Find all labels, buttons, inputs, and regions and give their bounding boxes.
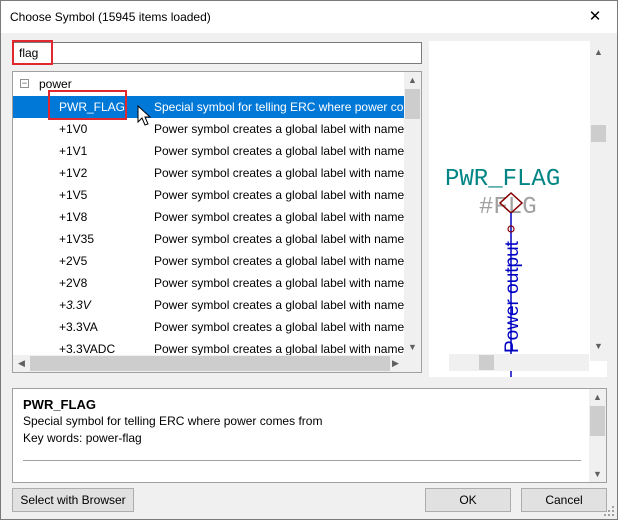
symbol-description: Power symbol creates a global label with… bbox=[154, 232, 404, 246]
pin-label: Power output bbox=[502, 240, 523, 353]
search-input[interactable] bbox=[19, 46, 399, 60]
tree-horizontal-scrollbar[interactable]: ◀ ▶ bbox=[13, 355, 421, 372]
symbol-name: +1V5 bbox=[59, 188, 88, 202]
preview-vertical-scrollbar[interactable]: ▲ ▼ bbox=[590, 41, 607, 361]
preview-horizontal-scrollbar[interactable] bbox=[449, 354, 589, 371]
symbol-name: +2V8 bbox=[59, 276, 88, 290]
hscroll-thumb[interactable] bbox=[30, 356, 390, 371]
details-scroll-down-icon[interactable]: ▼ bbox=[589, 469, 606, 479]
scroll-left-icon[interactable]: ◀ bbox=[13, 358, 30, 369]
choose-symbol-dialog: Choose Symbol (15945 items loaded) ✕ − p… bbox=[0, 0, 618, 520]
scroll-right-icon[interactable]: ▶ bbox=[387, 358, 404, 369]
tree-row[interactable]: +1V1 Power symbol creates a global label … bbox=[13, 140, 404, 162]
tree-row[interactable]: +2V8 Power symbol creates a global label … bbox=[13, 272, 404, 294]
close-icon[interactable]: ✕ bbox=[573, 1, 617, 33]
preview-scroll-thumb[interactable] bbox=[591, 125, 606, 142]
mouse-cursor-icon bbox=[137, 105, 152, 126]
tree-row[interactable]: +1V5 Power symbol creates a global label … bbox=[13, 184, 404, 206]
select-with-browser-button[interactable]: Select with Browser bbox=[12, 488, 134, 512]
preview-symbol-name: PWR_FLAG bbox=[445, 166, 560, 193]
symbol-name: +1V1 bbox=[59, 144, 88, 158]
symbol-description: Power symbol creates a global label with… bbox=[154, 188, 404, 202]
scroll-thumb[interactable] bbox=[405, 89, 420, 119]
search-field[interactable] bbox=[12, 42, 422, 64]
scroll-down-icon[interactable]: ▼ bbox=[404, 342, 421, 352]
symbol-description: Power symbol creates a global label with… bbox=[154, 276, 404, 290]
tree-row[interactable]: +3.3VA Power symbol creates a global labe… bbox=[13, 316, 404, 338]
symbol-description: Power symbol creates a global label with… bbox=[154, 122, 404, 136]
symbol-description: Power symbol creates a global label with… bbox=[154, 254, 404, 268]
tree-row[interactable]: +1V8 Power symbol creates a global label … bbox=[13, 206, 404, 228]
details-scroll-up-icon[interactable]: ▲ bbox=[589, 392, 606, 402]
selection-highlight-box bbox=[48, 90, 127, 120]
symbol-description: Power symbol creates a global label with… bbox=[154, 166, 404, 180]
tree-row[interactable]: +1V0 Power symbol creates a global label … bbox=[13, 118, 404, 140]
preview-hscroll-thumb[interactable] bbox=[479, 355, 494, 370]
resize-grip-icon[interactable] bbox=[604, 506, 615, 517]
details-scrollbar[interactable]: ▲ ▼ bbox=[589, 389, 606, 482]
symbol-name: +1V8 bbox=[59, 210, 88, 224]
symbol-description: Power symbol creates a global label with… bbox=[154, 298, 404, 312]
details-title: PWR_FLAG bbox=[23, 397, 96, 412]
symbol-description: Power symbol creates a global label with… bbox=[154, 210, 404, 224]
details-description: Special symbol for telling ERC where pow… bbox=[23, 414, 323, 428]
scroll-up-icon[interactable]: ▲ bbox=[404, 75, 421, 85]
collapse-icon[interactable]: − bbox=[20, 79, 29, 88]
tree-row[interactable]: +1V35 Power symbol creates a global label… bbox=[13, 228, 404, 250]
details-scroll-thumb[interactable] bbox=[590, 406, 605, 436]
tree-vertical-scrollbar[interactable]: ▲ ▼ bbox=[404, 72, 421, 355]
preview-canvas: PWR_FLAG #FLG Power output bbox=[445, 166, 560, 377]
cancel-button[interactable]: Cancel bbox=[521, 488, 607, 512]
symbol-description: Power symbol creates a global label with… bbox=[154, 144, 404, 158]
search-highlight-box bbox=[12, 40, 53, 65]
preview-scroll-up-icon[interactable]: ▲ bbox=[590, 47, 607, 57]
symbol-name: +3.3VA bbox=[59, 320, 98, 334]
tree-row[interactable]: +2V5 Power symbol creates a global label … bbox=[13, 250, 404, 272]
symbol-name: +2V5 bbox=[59, 254, 88, 268]
symbol-details: PWR_FLAG Special symbol for telling ERC … bbox=[12, 388, 607, 483]
preview-reference: #FLG bbox=[479, 194, 537, 221]
tree-row[interactable]: +3.3V Power symbol creates a global label… bbox=[13, 294, 404, 316]
tree-row[interactable]: +1V2 Power symbol creates a global label … bbox=[13, 162, 404, 184]
symbol-name: +1V2 bbox=[59, 166, 88, 180]
symbol-name: +1V35 bbox=[59, 232, 95, 246]
symbol-description: Special symbol for telling ERC where pow… bbox=[154, 100, 404, 114]
symbol-description: Power symbol creates a global label with… bbox=[154, 320, 404, 334]
symbol-name: +1V0 bbox=[59, 122, 88, 136]
symbol-name: +3.3V bbox=[59, 298, 91, 312]
title-bar: Choose Symbol (15945 items loaded) ✕ bbox=[1, 1, 617, 33]
preview-scroll-down-icon[interactable]: ▼ bbox=[590, 341, 607, 351]
symbol-preview: PWR_FLAG #FLG Power output ▲ ▼ bbox=[429, 41, 607, 377]
window-title: Choose Symbol (15945 items loaded) bbox=[10, 10, 211, 24]
ok-button[interactable]: OK bbox=[425, 488, 511, 512]
details-keywords: Key words: power-flag bbox=[23, 431, 142, 445]
details-divider bbox=[23, 460, 581, 461]
